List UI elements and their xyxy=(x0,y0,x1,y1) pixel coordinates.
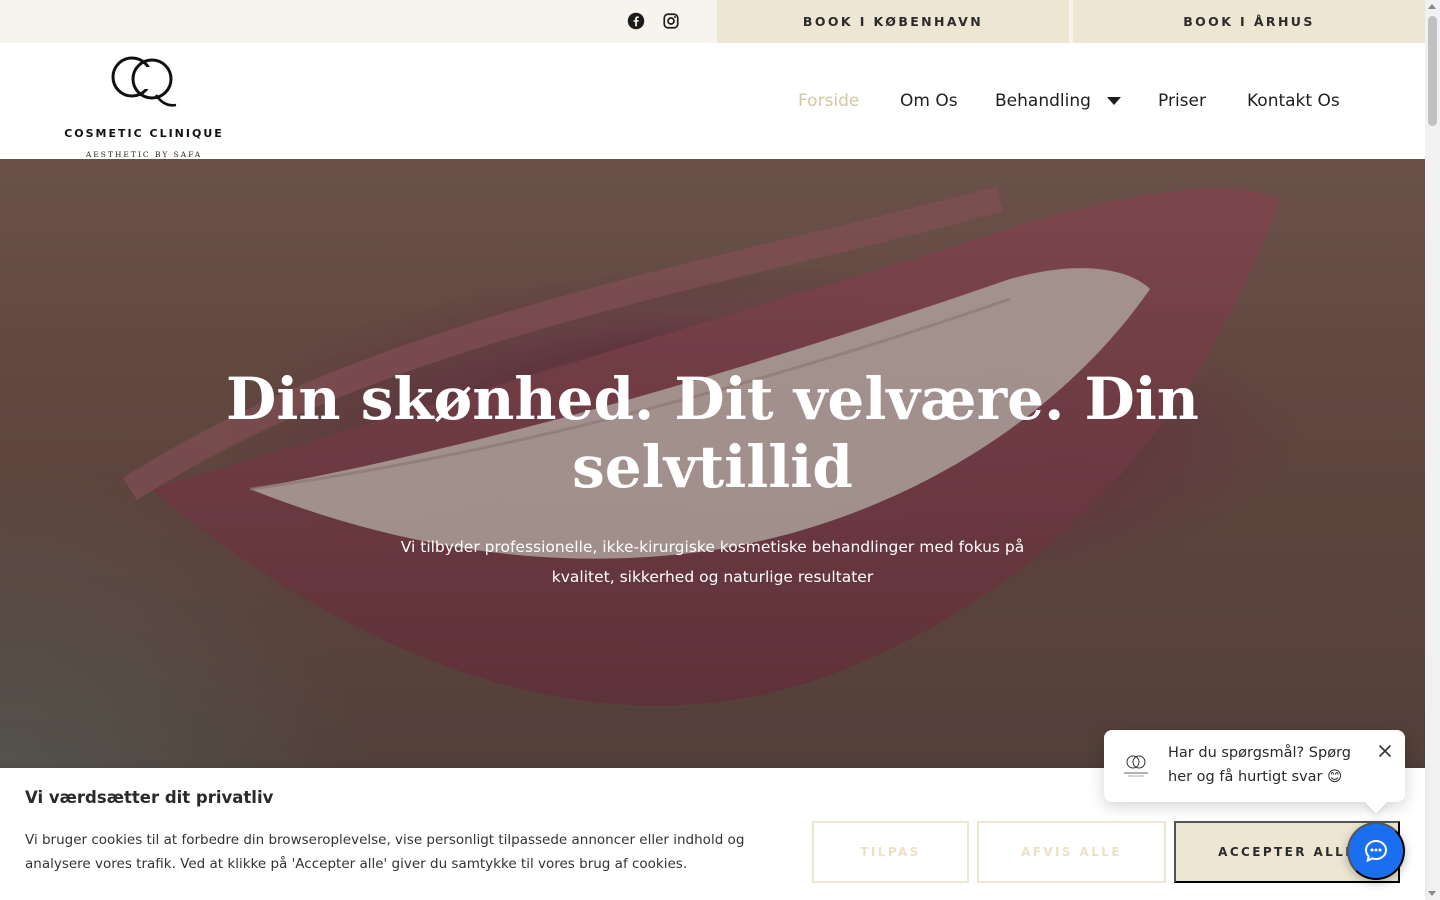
cq-monogram-icon xyxy=(111,56,177,107)
chat-avatar xyxy=(1118,748,1154,784)
nav-forside[interactable]: Forside xyxy=(798,43,859,159)
cookie-title: Vi værdsætter dit privatliv xyxy=(25,788,274,807)
chat-message: Har du spørgsmål? Spørg her og få hurtig… xyxy=(1168,745,1351,785)
page-scrollbar[interactable] xyxy=(1425,0,1440,900)
site-logo[interactable]: COSMETIC CLINIQUE AESTHETIC BY SAFA xyxy=(58,53,230,159)
nav-priser[interactable]: Priser xyxy=(1158,43,1206,159)
logo-tagline: AESTHETIC BY SAFA xyxy=(85,150,203,159)
cookie-customize-button[interactable]: TILPAS xyxy=(812,821,969,883)
chat-launcher-button[interactable] xyxy=(1347,822,1405,880)
chat-popup[interactable]: Har du spørgsmål? Spørg her og få hurtig… xyxy=(1104,730,1405,802)
book-aarhus-button[interactable]: BOOK I ÅRHUS xyxy=(1073,0,1425,43)
scroll-down-arrow-icon[interactable] xyxy=(1428,891,1436,896)
nav-om-os[interactable]: Om Os xyxy=(900,43,958,159)
cookie-reject-button[interactable]: AFVIS ALLE xyxy=(977,821,1166,883)
chat-bubble-icon xyxy=(1364,839,1388,863)
nav-kontakt-os[interactable]: Kontakt Os xyxy=(1247,43,1340,159)
hero-title: Din skønhed. Dit velvære. Din selvtillid xyxy=(226,365,1199,501)
cookie-text: Vi bruger cookies til at forbedre din br… xyxy=(25,832,745,872)
top-bar: BOOK I KØBENHAVN BOOK I ÅRHUS xyxy=(0,0,1425,43)
logo-name: COSMETIC CLINIQUE xyxy=(64,127,224,140)
caret-down-icon xyxy=(1106,97,1121,105)
scroll-up-arrow-icon[interactable] xyxy=(1428,4,1436,9)
site-header: COSMETIC CLINIQUE AESTHETIC BY SAFA Fors… xyxy=(0,43,1425,159)
scrollbar-thumb[interactable] xyxy=(1428,16,1437,126)
book-copenhagen-button[interactable]: BOOK I KØBENHAVN xyxy=(717,0,1069,43)
nav-behandling[interactable]: Behandling xyxy=(995,43,1121,159)
instagram-icon[interactable] xyxy=(662,12,680,30)
close-icon[interactable] xyxy=(1376,742,1394,760)
nav-behandling-label: Behandling xyxy=(995,91,1091,111)
facebook-icon[interactable] xyxy=(627,12,645,30)
cq-logo-icon xyxy=(1124,755,1148,777)
hero-subtitle: Vi tilbyder professionelle, ikke-kirurgi… xyxy=(400,538,1025,586)
